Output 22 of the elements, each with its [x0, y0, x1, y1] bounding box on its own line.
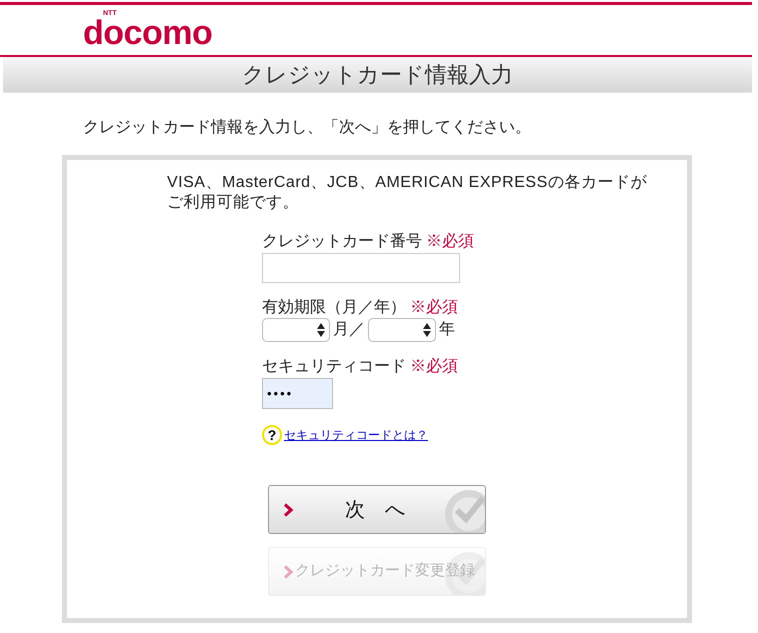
- security-code-field[interactable]: ••••: [262, 378, 333, 409]
- required-mark: ※必須: [410, 298, 458, 318]
- chevron-icon: [283, 564, 293, 578]
- next-button[interactable]: 次 へ: [268, 485, 486, 534]
- select-field[interactable]: [368, 318, 436, 342]
- updown-arrows-icon: [317, 323, 325, 337]
- page-title: クレジットカード情報入力: [242, 62, 513, 88]
- select-field[interactable]: [262, 318, 330, 342]
- unit-label: 年: [439, 320, 455, 340]
- help-icon: ?: [262, 425, 282, 445]
- chevron-icon: [283, 502, 293, 516]
- card-number-field[interactable]: [262, 253, 460, 283]
- updown-arrows-icon: [423, 323, 431, 337]
- notice-text: VISA、MasterCard、JCB、AMERICAN EXPRESSの各カードがご利用可能です。: [167, 173, 648, 213]
- field-label: 有効期限（月／年）: [262, 298, 406, 318]
- required-mark: ※必須: [426, 232, 474, 252]
- instruction-text: クレジットカード情報を入力し、「次へ」を押してください。: [83, 118, 532, 138]
- field-label: クレジットカード番号: [262, 232, 422, 252]
- field-label: セキュリティコード: [262, 357, 406, 377]
- required-mark: ※必須: [410, 357, 458, 377]
- unit-label: 月／: [333, 320, 365, 340]
- security-code-link[interactable]: セキュリティコードとは？: [284, 427, 428, 443]
